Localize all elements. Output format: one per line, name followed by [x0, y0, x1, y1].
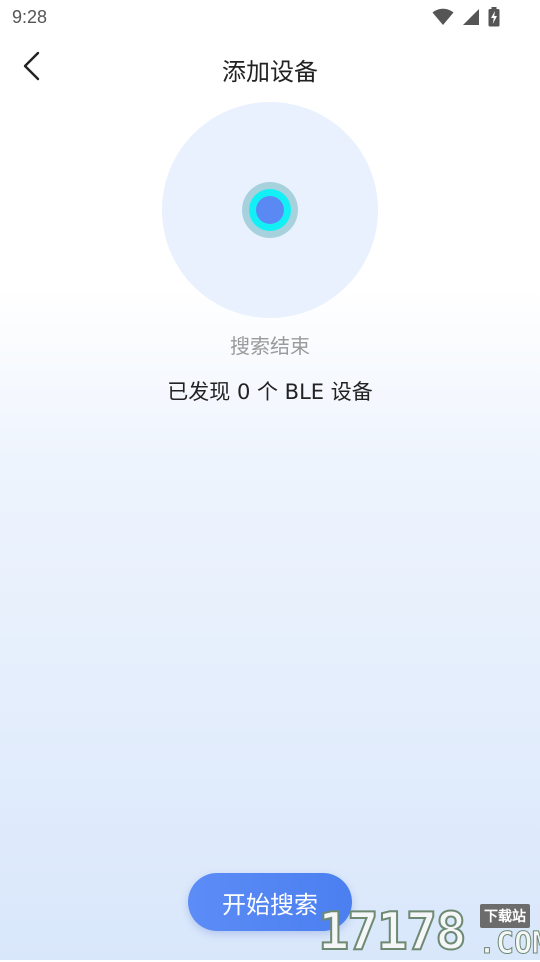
status-time: 9:28 [12, 7, 48, 27]
watermark-domain: .COM [477, 926, 540, 962]
watermark-digits: 17178 [317, 902, 468, 962]
status-icons [432, 7, 500, 27]
cellular-signal-icon [462, 8, 480, 26]
watermark-logo: 17178 .COM 下载站 [317, 902, 540, 962]
radar-core [256, 196, 284, 224]
watermark-tag: 下载站 [480, 904, 530, 928]
found-device-count: 已发现 0 个 BLE 设备 [167, 380, 373, 404]
wifi-icon [432, 8, 454, 26]
status-bar: 9:28 [0, 0, 540, 36]
page-title: 添加设备 [222, 58, 318, 86]
header: 添加设备 [0, 40, 540, 96]
search-status-text: 搜索结束 [230, 334, 310, 358]
battery-charging-icon [488, 7, 500, 27]
